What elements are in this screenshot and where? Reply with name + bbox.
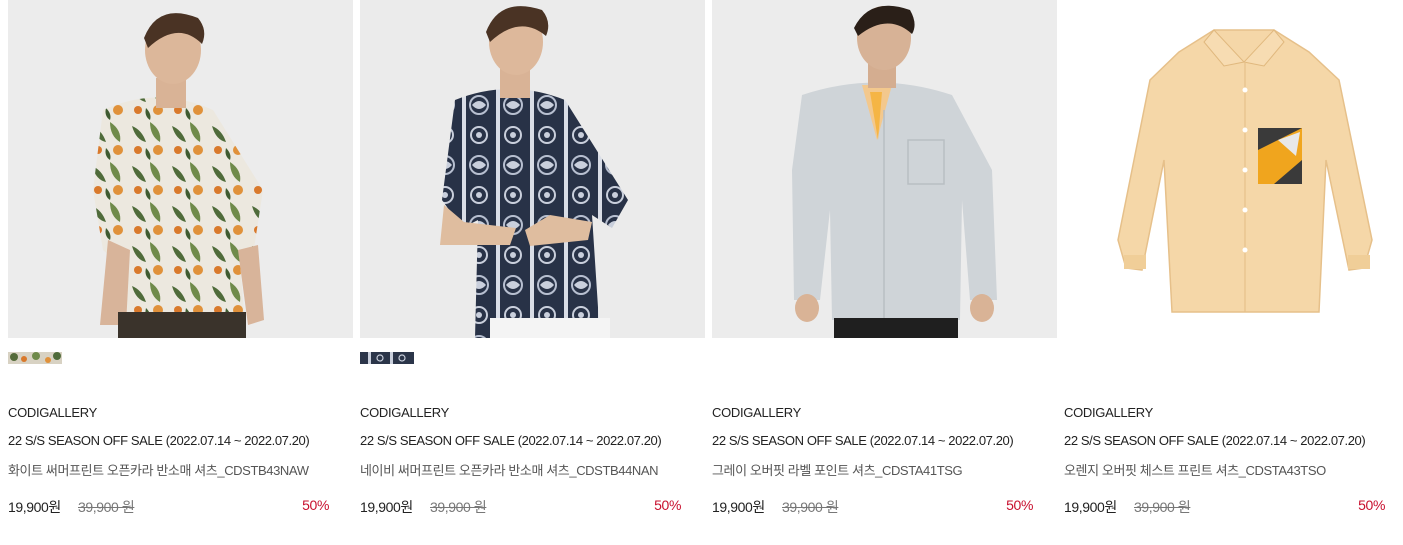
product-name[interactable]: 화이트 써머프린트 오픈카라 반소매 셔츠_CDSTB43NAW (8, 460, 309, 479)
product-name[interactable]: 오렌지 오버핏 체스트 프린트 셔츠_CDSTA43TSO (1064, 460, 1326, 479)
product-card[interactable]: CODIGALLERY 22 S/S SEASON OFF SALE (2022… (712, 0, 1058, 545)
product-name[interactable]: 네이비 써머프린트 오픈카라 반소매 셔츠_CDSTB44NAN (360, 460, 659, 479)
sale-price: 19,900원 (712, 499, 765, 515)
price-row: 19,900원 39,900 원 50% (8, 497, 329, 517)
brand-name[interactable]: CODIGALLERY (1064, 405, 1153, 420)
discount-rate: 50% (302, 497, 329, 513)
discount-rate: 50% (654, 497, 681, 513)
color-swatch[interactable] (8, 352, 62, 364)
sale-price: 19,900원 (360, 499, 413, 515)
brand-name[interactable]: CODIGALLERY (712, 405, 801, 420)
sale-event-label[interactable]: 22 S/S SEASON OFF SALE (2022.07.14 ~ 202… (712, 433, 1014, 448)
brand-name[interactable]: CODIGALLERY (8, 405, 97, 420)
product-card[interactable]: CODIGALLERY 22 S/S SEASON OFF SALE (2022… (8, 0, 354, 545)
brand-name[interactable]: CODIGALLERY (360, 405, 449, 420)
discount-rate: 50% (1006, 497, 1033, 513)
product-image[interactable] (1064, 0, 1403, 338)
sale-event-label[interactable]: 22 S/S SEASON OFF SALE (2022.07.14 ~ 202… (8, 433, 310, 448)
price-row: 19,900원 39,900 원 50% (360, 497, 681, 517)
price-row: 19,900원 39,900 원 50% (1064, 497, 1385, 517)
product-grid: CODIGALLERY 22 S/S SEASON OFF SALE (2022… (0, 0, 1403, 545)
product-card[interactable]: CODIGALLERY 22 S/S SEASON OFF SALE (2022… (1064, 0, 1403, 545)
sale-event-label[interactable]: 22 S/S SEASON OFF SALE (2022.07.14 ~ 202… (360, 433, 662, 448)
product-name[interactable]: 그레이 오버핏 라벨 포인트 셔츠_CDSTA41TSG (712, 460, 963, 479)
color-swatch[interactable] (360, 352, 414, 364)
original-price: 39,900 원 (782, 499, 839, 515)
original-price: 39,900 원 (78, 499, 135, 515)
original-price: 39,900 원 (1134, 499, 1191, 515)
sale-price: 19,900원 (1064, 499, 1117, 515)
product-card[interactable]: CODIGALLERY 22 S/S SEASON OFF SALE (2022… (360, 0, 706, 545)
sale-event-label[interactable]: 22 S/S SEASON OFF SALE (2022.07.14 ~ 202… (1064, 433, 1366, 448)
product-image[interactable] (712, 0, 1057, 338)
sale-price: 19,900원 (8, 499, 61, 515)
discount-rate: 50% (1358, 497, 1385, 513)
original-price: 39,900 원 (430, 499, 487, 515)
product-image[interactable] (8, 0, 353, 338)
product-image[interactable] (360, 0, 705, 338)
price-row: 19,900원 39,900 원 50% (712, 497, 1033, 517)
